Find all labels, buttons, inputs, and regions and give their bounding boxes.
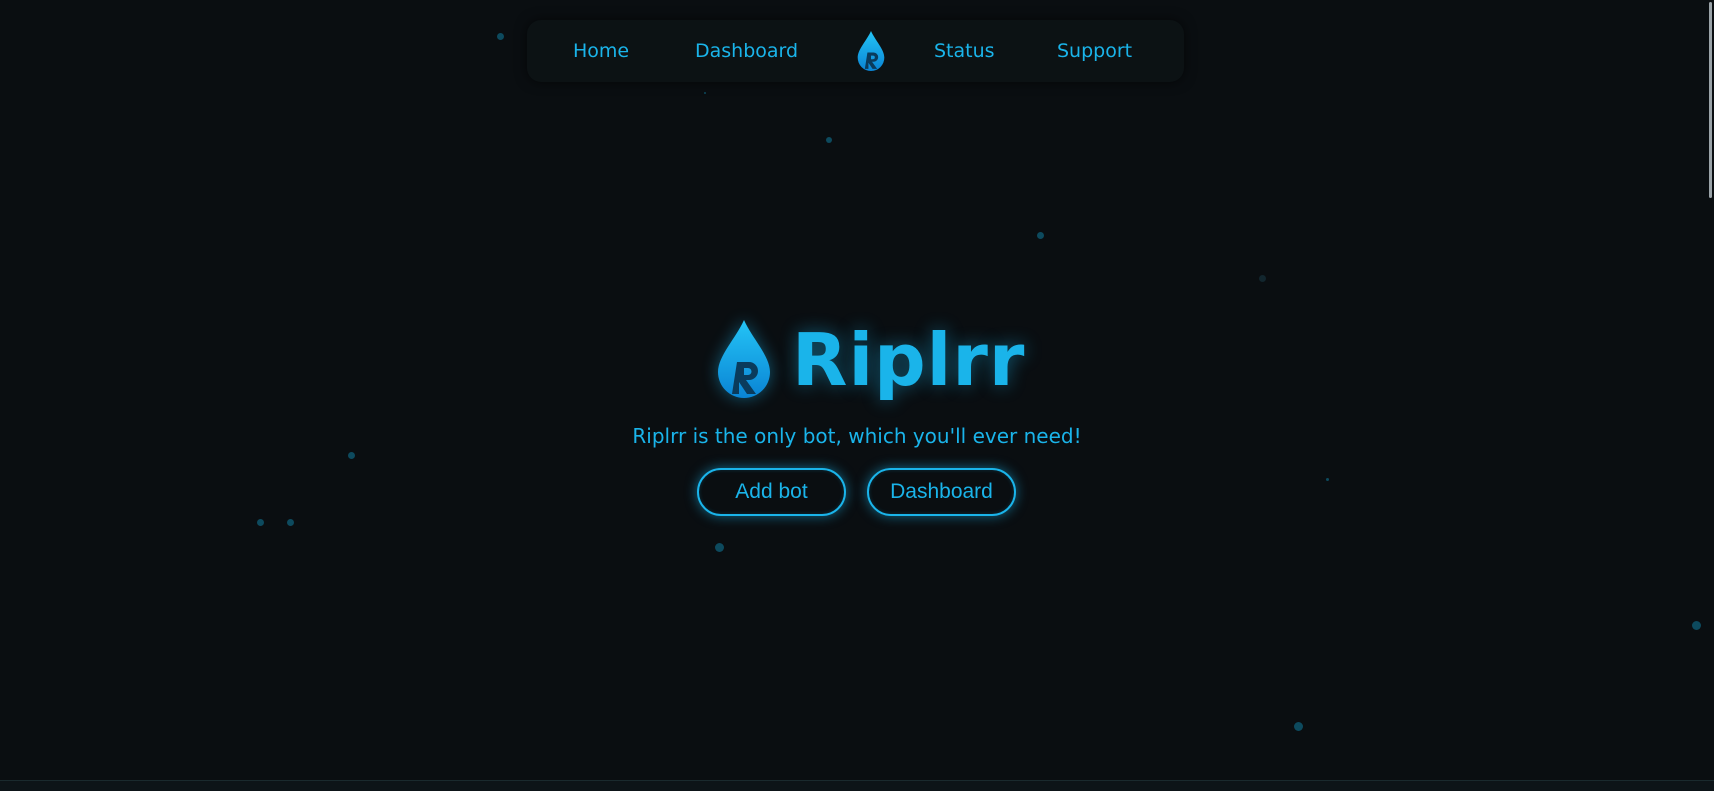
nav-link-dashboard[interactable]: Dashboard — [695, 39, 798, 63]
top-navigation: Home Dashboard Status Support — [527, 20, 1184, 82]
nav-logo-link[interactable] — [855, 30, 887, 72]
background-particle — [1259, 275, 1266, 282]
water-drop-r-icon — [718, 320, 770, 398]
background-particle — [715, 543, 724, 552]
nav-link-home[interactable]: Home — [573, 39, 629, 63]
background-particle — [1692, 621, 1701, 630]
scrollbar-thumb[interactable] — [1709, 2, 1712, 198]
dashboard-button[interactable]: Dashboard — [867, 468, 1016, 516]
hero-tagline: Riplrr is the only bot, which you'll eve… — [632, 424, 1082, 448]
background-particle — [1037, 232, 1044, 239]
nav-link-support[interactable]: Support — [1057, 39, 1132, 63]
background-particle — [287, 519, 294, 526]
page-bottom-edge — [0, 780, 1714, 791]
background-particle — [704, 92, 706, 94]
hero-logo — [714, 318, 774, 400]
add-bot-button[interactable]: Add bot — [697, 468, 846, 516]
background-particle — [1294, 722, 1303, 731]
page-scrollbar[interactable] — [1705, 0, 1714, 781]
hero-title: Riplrr — [792, 318, 1026, 402]
water-drop-r-icon — [857, 31, 885, 71]
background-particle — [348, 452, 355, 459]
background-particle — [257, 519, 264, 526]
background-particle — [826, 137, 832, 143]
background-particle — [1326, 478, 1329, 481]
page: Home Dashboard Status Support Riplrr Rip… — [0, 0, 1714, 791]
nav-link-status[interactable]: Status — [934, 39, 995, 63]
background-particle — [497, 33, 504, 40]
